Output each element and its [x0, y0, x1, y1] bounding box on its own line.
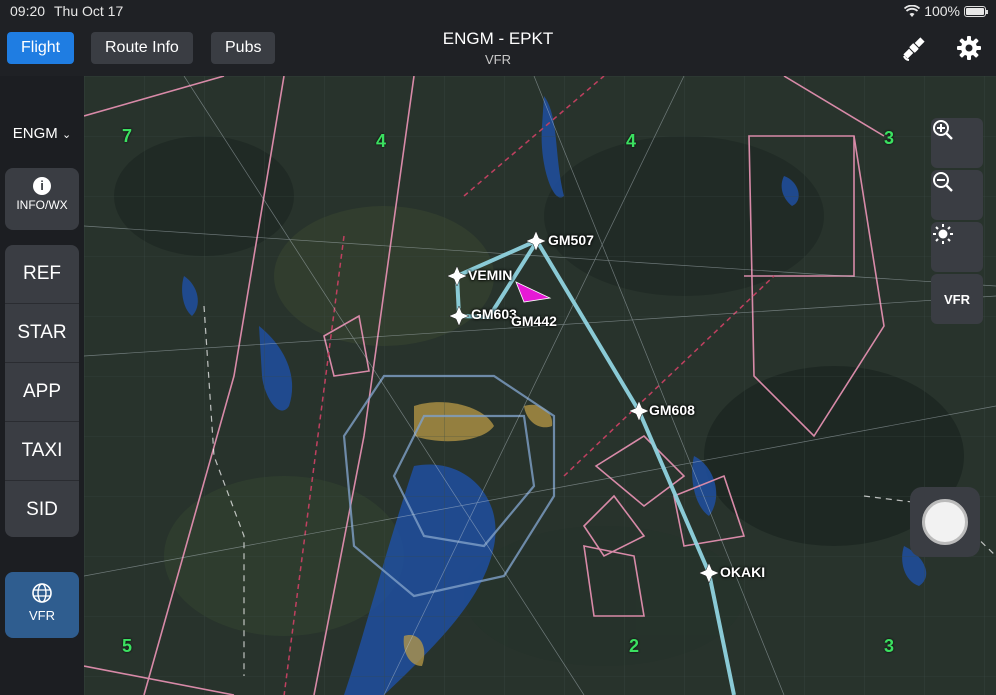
route-title: ENGM - EPKT: [442, 29, 554, 48]
ownship-dot-icon: [922, 499, 968, 545]
sector-label: 4: [376, 131, 387, 151]
procedure-menu: REF STAR APP TAXI SID: [5, 245, 79, 537]
satellite-icon[interactable]: [900, 34, 928, 62]
zoom-in-button[interactable]: [931, 118, 983, 168]
star-button[interactable]: STAR: [5, 304, 79, 363]
waypoint-label-vemin[interactable]: VEMIN: [468, 267, 512, 283]
zoom-in-icon: [933, 120, 953, 140]
airport-selector[interactable]: ENGM ⌄: [0, 116, 84, 152]
sector-label: 5: [122, 636, 133, 656]
chart-layer-button[interactable]: VFR: [931, 274, 983, 324]
battery-percent: 100%: [924, 3, 960, 19]
sector-label: 3: [884, 636, 895, 656]
sector-label: 7: [122, 126, 133, 146]
waypoint-label-gm608[interactable]: GM608: [649, 402, 695, 418]
sid-button[interactable]: SID: [5, 481, 79, 537]
waypoint-label-okaki[interactable]: OKAKI: [720, 564, 765, 580]
chevron-down-icon: ⌄: [61, 129, 72, 141]
taxi-button[interactable]: TAXI: [5, 422, 79, 481]
info-icon: i: [33, 177, 51, 195]
zoom-out-icon: [933, 172, 953, 192]
sector-label: 2: [629, 636, 640, 656]
status-bar: 09:20 Thu Oct 17 100%: [0, 0, 996, 22]
globe-icon: [32, 583, 52, 603]
status-right: 100%: [904, 3, 988, 19]
left-sidebar: ENGM ⌄ i INFO/WX REF STAR APP TAXI SID V…: [0, 76, 84, 695]
brightness-icon: [933, 224, 953, 244]
zoom-out-button[interactable]: [931, 170, 983, 220]
sector-label: 4: [626, 131, 637, 151]
flight-rules: VFR: [485, 52, 511, 67]
info-wx-button[interactable]: i INFO/WX: [5, 168, 79, 230]
brightness-button[interactable]: [931, 222, 983, 272]
battery-fill: [966, 7, 984, 15]
gear-icon[interactable]: [955, 34, 983, 62]
airport-code: ENGM: [12, 125, 58, 142]
status-date: Thu Oct 17: [54, 3, 124, 19]
vfr-chart-label: VFR: [29, 608, 55, 623]
app-button[interactable]: APP: [5, 363, 79, 422]
map-background: [84, 76, 996, 695]
top-bar: Flight Route Info Pubs ENGM - EPKT VFR: [0, 22, 996, 76]
sector-label: 3: [884, 128, 895, 148]
info-wx-label: INFO/WX: [16, 198, 68, 212]
waypoint-label-gm507[interactable]: GM507: [548, 232, 594, 248]
vfr-map[interactable]: 7 4 4 3 5 2 3 GM507 VEMIN GM603 GM442 GM…: [84, 76, 996, 695]
status-time: 09:20: [10, 3, 46, 19]
center-ownship-button[interactable]: [910, 487, 980, 557]
ref-button[interactable]: REF: [5, 245, 79, 304]
vfr-chart-button[interactable]: VFR: [5, 572, 79, 638]
wifi-icon: [904, 4, 921, 17]
battery-icon: [964, 5, 988, 17]
waypoint-label-gm442[interactable]: GM442: [511, 313, 557, 329]
